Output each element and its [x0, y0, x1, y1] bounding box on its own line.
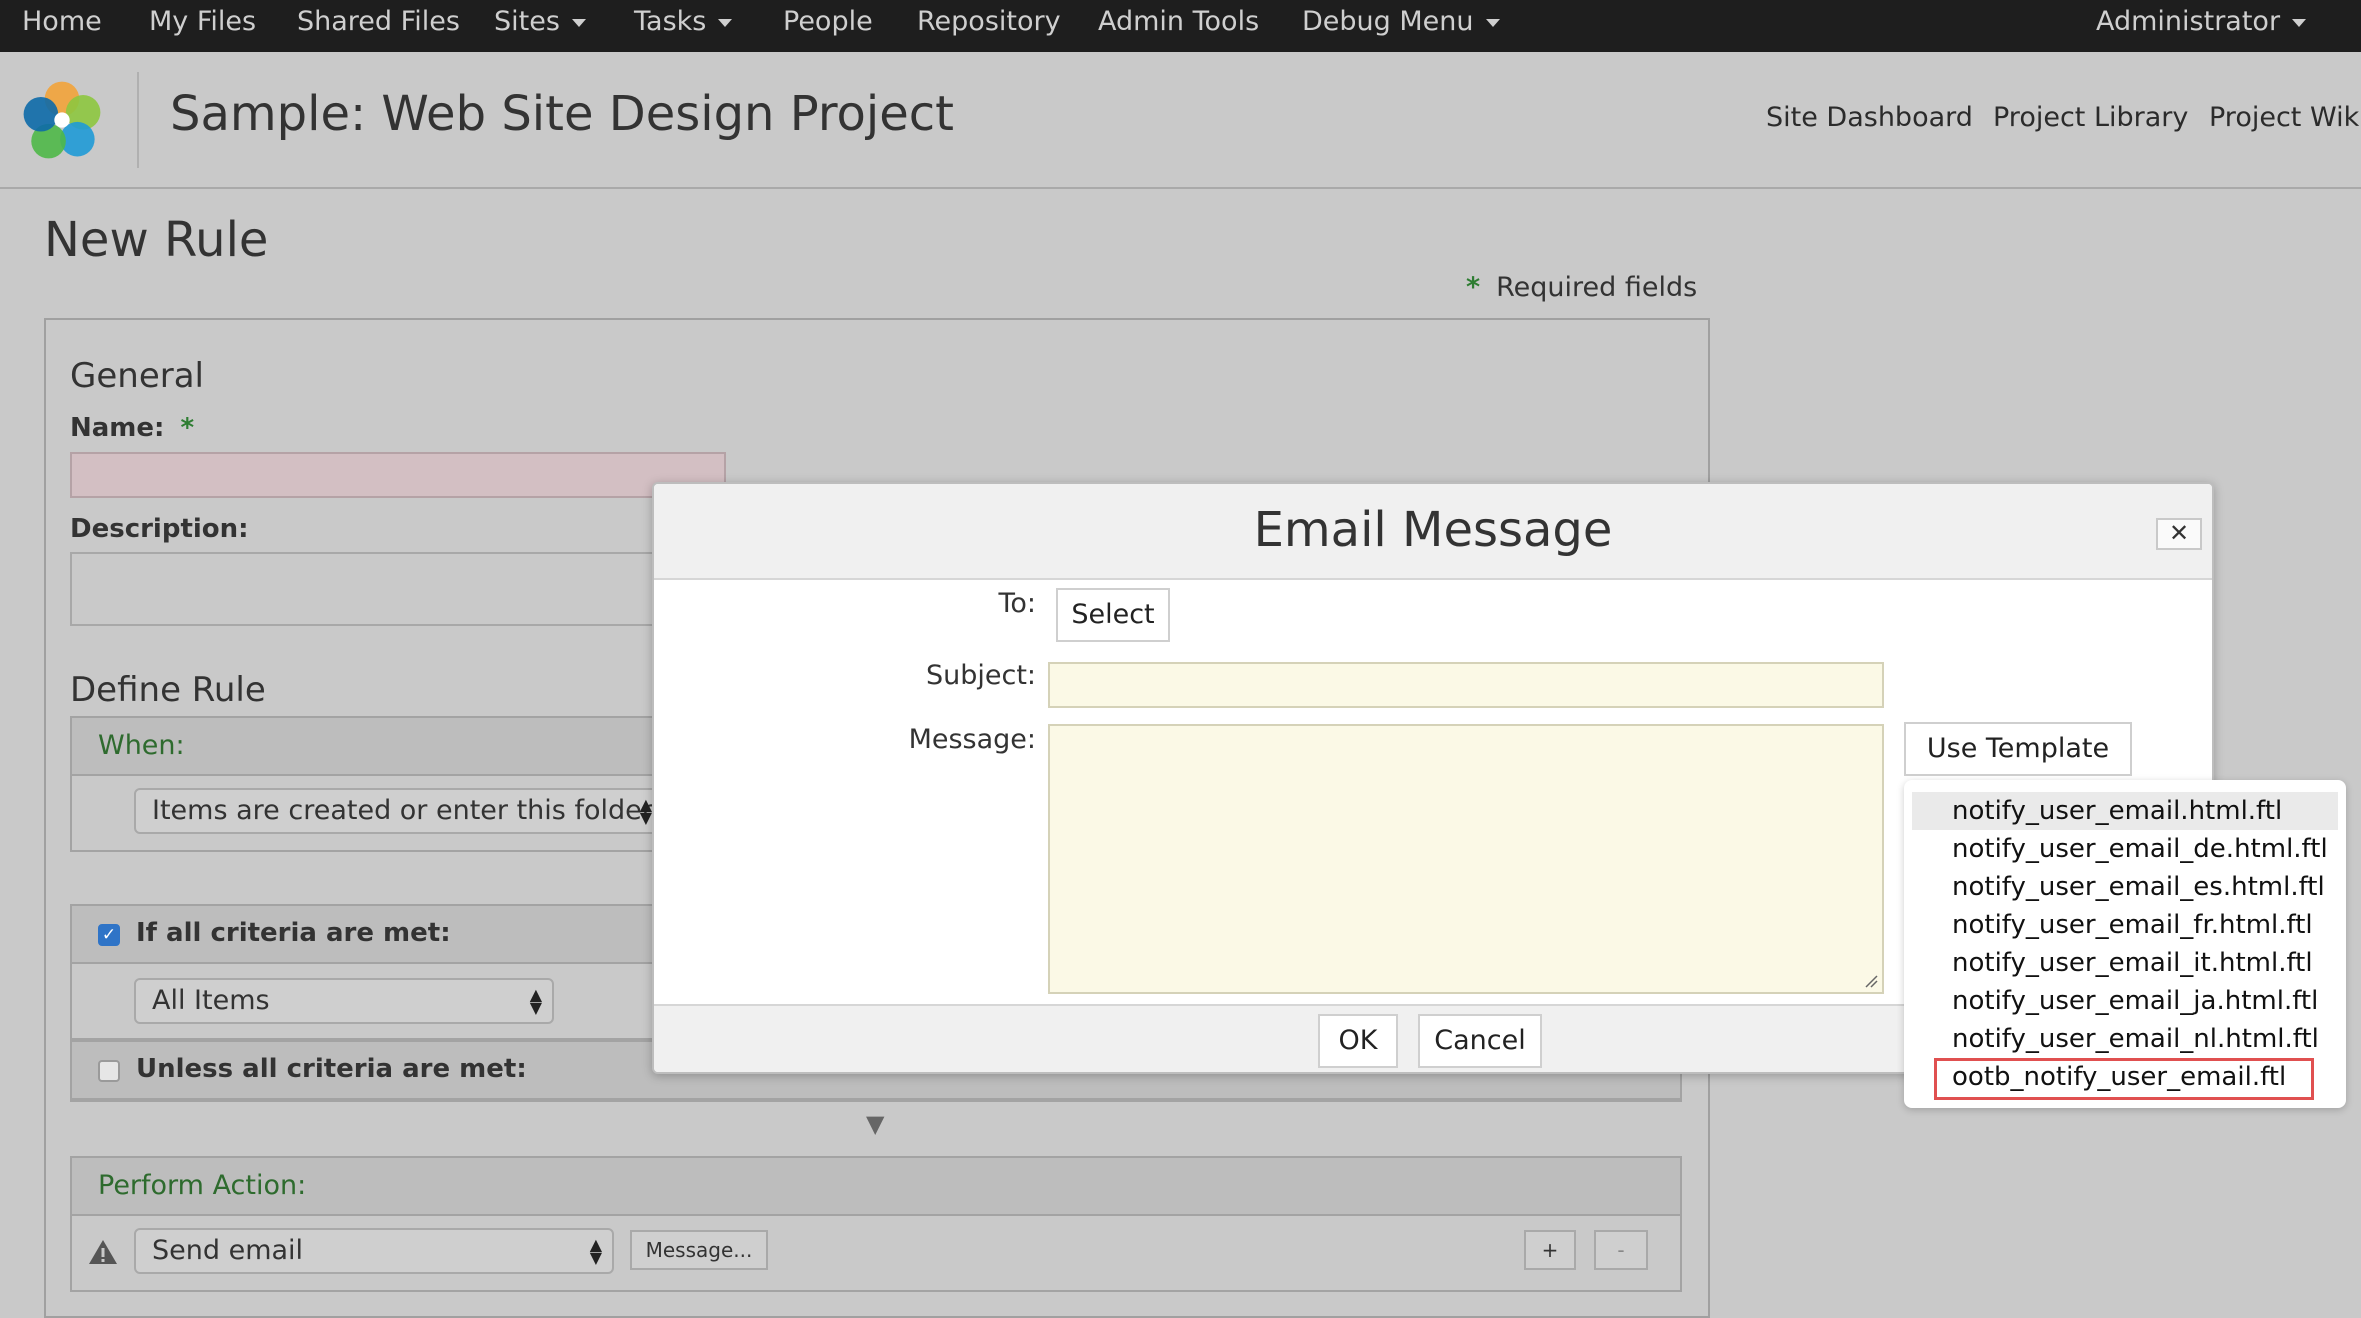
template-option[interactable]: notify_user_email_ja.html.ftl — [1912, 982, 2338, 1020]
nav-debug-menu[interactable]: Debug Menu — [1302, 0, 1500, 52]
nav-tasks[interactable]: Tasks — [634, 0, 733, 52]
nav-repository[interactable]: Repository — [917, 0, 1061, 52]
down-arrow-icon: ▼ — [866, 1110, 885, 1138]
select-recipient-button[interactable]: Select — [1056, 588, 1170, 642]
remove-action-button[interactable]: - — [1594, 1230, 1648, 1270]
when-label: When: — [98, 730, 185, 761]
criteria-select[interactable]: All Items ▲ ▼ — [134, 978, 554, 1024]
if-criteria-label: If all criteria are met: — [136, 918, 451, 948]
nav-shared-files[interactable]: Shared Files — [297, 0, 460, 52]
site-nav-project-wiki[interactable]: Project Wiki — [2209, 102, 2361, 133]
message-button[interactable]: Message... — [630, 1230, 768, 1270]
user-name: Administrator — [2096, 6, 2281, 37]
site-title: Sample: Web Site Design Project — [170, 86, 954, 142]
add-action-button[interactable]: + — [1524, 1230, 1576, 1270]
name-input[interactable] — [70, 452, 726, 498]
define-rule-heading: Define Rule — [70, 670, 266, 710]
template-option[interactable]: notify_user_email_it.html.ftl — [1912, 944, 2338, 982]
dialog-header: Email Message ✕ — [654, 484, 2212, 580]
action-select[interactable]: Send email ▲ ▼ — [134, 1228, 614, 1274]
site-nav-dashboard[interactable]: Site Dashboard — [1766, 102, 1973, 133]
template-option[interactable]: notify_user_email_es.html.ftl — [1912, 868, 2338, 906]
required-star: * — [1466, 272, 1481, 303]
description-label: Description: — [70, 514, 249, 544]
unless-criteria-checkbox[interactable] — [98, 1060, 120, 1082]
if-criteria-checkbox[interactable]: ✓ — [98, 924, 120, 946]
perform-action-label: Perform Action: — [98, 1170, 307, 1201]
message-textarea[interactable] — [1048, 724, 1884, 994]
user-menu[interactable]: Administrator — [2096, 0, 2307, 52]
action-select-value: Send email — [152, 1235, 304, 1266]
subject-input[interactable] — [1048, 662, 1884, 708]
general-heading: General — [70, 356, 204, 396]
unless-criteria-label: Unless all criteria are met: — [136, 1054, 527, 1084]
chevron-down-icon — [571, 18, 586, 27]
nav-my-files[interactable]: My Files — [149, 0, 256, 52]
required-fields-label: Required fields — [1496, 272, 1698, 303]
chevron-down-icon — [718, 18, 733, 27]
select-arrows-icon: ▲ ▼ — [639, 795, 652, 827]
unless-divider — [70, 1100, 1682, 1102]
name-label-text: Name: — [70, 413, 165, 443]
site-nav-project-library[interactable]: Project Library — [1993, 102, 2188, 133]
criteria-select-value: All Items — [152, 985, 270, 1016]
required-star: * — [180, 413, 195, 443]
nav-tasks-label: Tasks — [634, 6, 707, 37]
template-option[interactable]: notify_user_email_fr.html.ftl — [1912, 906, 2338, 944]
template-option[interactable]: notify_user_email_de.html.ftl — [1912, 830, 2338, 868]
description-input[interactable] — [70, 552, 670, 626]
nav-debug-menu-label: Debug Menu — [1302, 6, 1474, 37]
nav-sites-label: Sites — [494, 6, 560, 37]
required-fields-note: * Required fields — [1466, 272, 1697, 303]
perform-action-bar: Perform Action: — [70, 1156, 1682, 1216]
header-divider — [137, 72, 139, 168]
highlight-annotation — [1934, 1058, 2314, 1100]
warning-icon — [89, 1240, 117, 1264]
select-arrows-icon: ▲ ▼ — [589, 1235, 602, 1267]
message-label: Message: — [908, 724, 1036, 755]
nav-home[interactable]: Home — [22, 0, 102, 52]
chevron-down-icon — [1485, 18, 1500, 27]
name-label: Name: * — [70, 413, 210, 443]
cancel-button[interactable]: Cancel — [1418, 1014, 1542, 1068]
template-option[interactable]: notify_user_email.html.ftl — [1912, 792, 2338, 830]
site-header: Sample: Web Site Design Project Site Das… — [0, 52, 2361, 189]
template-option[interactable]: notify_user_email_nl.html.ftl — [1912, 1020, 2338, 1058]
to-label: To: — [998, 588, 1036, 619]
ok-button[interactable]: OK — [1318, 1014, 1398, 1068]
use-template-button[interactable]: Use Template — [1904, 722, 2132, 776]
nav-admin-tools[interactable]: Admin Tools — [1098, 0, 1259, 52]
when-select[interactable]: Items are created or enter this folder ▲… — [134, 788, 664, 834]
alfresco-logo-icon — [23, 81, 101, 159]
nav-sites[interactable]: Sites — [494, 0, 586, 52]
nav-people[interactable]: People — [783, 0, 873, 52]
select-arrows-icon: ▲ ▼ — [529, 985, 542, 1017]
subject-label: Subject: — [925, 660, 1036, 691]
chevron-down-icon — [2292, 18, 2307, 27]
dialog-title: Email Message — [1253, 502, 1613, 558]
when-select-value: Items are created or enter this folder — [152, 795, 653, 826]
page-title: New Rule — [44, 212, 269, 268]
resize-handle-icon[interactable] — [1864, 974, 1878, 988]
top-navigation-bar: Home My Files Shared Files Sites Tasks P… — [0, 0, 2361, 52]
close-icon[interactable]: ✕ — [2156, 518, 2202, 550]
